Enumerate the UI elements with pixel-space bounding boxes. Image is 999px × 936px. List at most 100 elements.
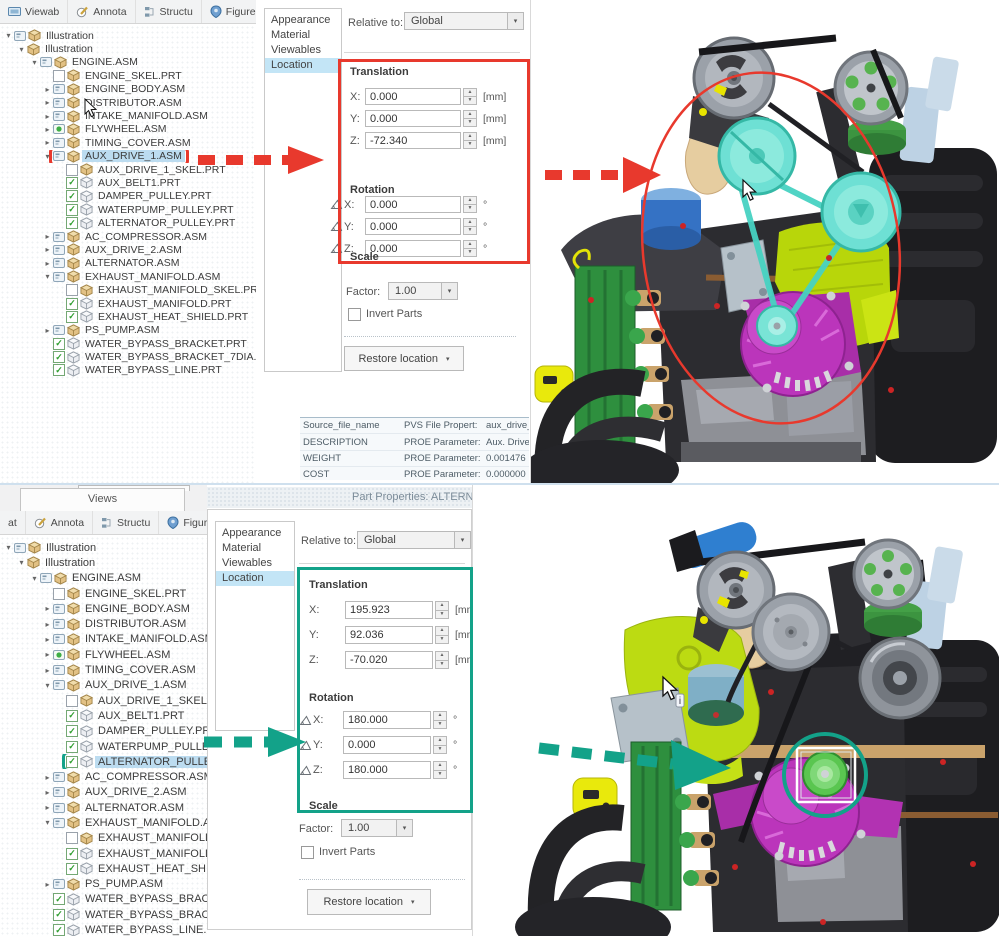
value-input[interactable]: [365, 88, 461, 105]
props-tab-material[interactable]: Material: [216, 541, 294, 556]
tree-item[interactable]: ▸ENGINE_BODY.ASM: [0, 83, 256, 96]
invert-parts-checkbox[interactable]: [301, 846, 314, 859]
visibility-checkbox[interactable]: ✓: [66, 298, 78, 310]
table-row[interactable]: WEIGHTPROE Parameter:0.001476: [300, 451, 529, 467]
spinner-up-icon[interactable]: ▲: [463, 88, 477, 97]
expander-icon[interactable]: ▸: [42, 788, 53, 797]
tree-item[interactable]: EXHAUST_MANIFOLD_SKEL.PRT: [0, 831, 207, 846]
tree-item[interactable]: ▸PS_PUMP.ASM: [0, 877, 207, 892]
tree-item[interactable]: ▸AC_COMPRESSOR.ASM: [0, 769, 207, 784]
tree-item[interactable]: ▸AC_COMPRESSOR.ASM: [0, 230, 256, 243]
spinner-down-icon[interactable]: ▼: [463, 119, 477, 127]
visibility-checkbox[interactable]: ✓: [66, 725, 78, 737]
chevron-down-icon[interactable]: ▾: [454, 532, 470, 548]
value-input[interactable]: [345, 651, 433, 669]
expander-icon[interactable]: ▸: [42, 232, 53, 241]
chevron-down-icon[interactable]: ▾: [396, 820, 412, 836]
value-input[interactable]: [345, 601, 433, 619]
spinner-down-icon[interactable]: ▼: [433, 721, 447, 730]
expander-icon[interactable]: ▾: [42, 272, 53, 281]
tree-item[interactable]: ENGINE_SKEL.PRT: [0, 586, 207, 601]
tree-item[interactable]: ✓DAMPER_PULLEY.PRT: [0, 724, 207, 739]
pane-tab-annota[interactable]: Annota: [68, 0, 135, 23]
viewport-3d-top[interactable]: [530, 0, 999, 483]
spinner-down-icon[interactable]: ▼: [463, 97, 477, 105]
tree-item[interactable]: ▸INTAKE_MANIFOLD.ASM: [0, 632, 207, 647]
damper-pulley[interactable]: [860, 638, 940, 718]
waterpump-pulley[interactable]: [753, 594, 829, 670]
tree-item[interactable]: ▾Illustration: [0, 555, 207, 570]
tree-item[interactable]: ▾Illustration: [0, 29, 256, 42]
expander-icon[interactable]: ▾: [42, 152, 53, 161]
spinner-up-icon[interactable]: ▲: [463, 110, 477, 119]
spinner[interactable]: ▲▼: [463, 110, 477, 127]
value-input[interactable]: [365, 240, 461, 257]
spinner-up-icon[interactable]: ▲: [435, 626, 449, 636]
props-tab-viewables[interactable]: Viewables: [265, 43, 341, 58]
tree-item[interactable]: ▾EXHAUST_MANIFOLD.ASM: [0, 815, 207, 830]
spinner[interactable]: ▲▼: [433, 711, 447, 729]
expander-icon[interactable]: ▸: [42, 98, 53, 107]
expander-icon[interactable]: ▾: [3, 31, 14, 40]
expander-icon[interactable]: ▸: [42, 326, 53, 335]
props-tab-appearance[interactable]: Appearance: [265, 13, 341, 28]
tree-item[interactable]: ▸DISTRIBUTOR.ASM: [0, 616, 207, 631]
value-input[interactable]: [343, 761, 431, 779]
tree-item[interactable]: ENGINE_SKEL.PRT: [0, 69, 256, 82]
spinner[interactable]: ▲▼: [463, 88, 477, 105]
table-row[interactable]: Source_file_namePVS File Propert:aux_dri…: [300, 418, 529, 434]
tree-item[interactable]: ▾ENGINE.ASM: [0, 56, 256, 69]
visibility-checkbox[interactable]: [66, 832, 78, 844]
visibility-checkbox[interactable]: ✓: [53, 364, 65, 376]
tree-item[interactable]: ✓EXHAUST_MANIFOLD.PRT: [0, 297, 256, 310]
spinner-up-icon[interactable]: ▲: [435, 601, 449, 611]
visibility-checkbox[interactable]: ✓: [66, 863, 78, 875]
expander-icon[interactable]: ▾: [42, 818, 53, 827]
tree-item[interactable]: ▸FLYWHEEL.ASM: [0, 123, 256, 136]
tree-item[interactable]: ✓WATER_BYPASS_LINE.PRT: [0, 364, 256, 377]
tree-item[interactable]: ✓WATERPUMP_PULLEY.PRT: [0, 739, 207, 754]
distributor[interactable]: [641, 188, 701, 250]
spinner-up-icon[interactable]: ▲: [463, 132, 477, 141]
visibility-checkbox[interactable]: ✓: [66, 204, 78, 216]
visibility-checkbox[interactable]: ✓: [53, 338, 65, 350]
spinner-up-icon[interactable]: ▲: [433, 711, 447, 721]
spinner-down-icon[interactable]: ▼: [463, 205, 477, 213]
expander-icon[interactable]: ▾: [16, 45, 27, 54]
expander-icon[interactable]: ▸: [42, 125, 53, 134]
visibility-checkbox[interactable]: [66, 284, 78, 296]
relative-to-select[interactable]: Global ▾: [357, 531, 471, 549]
spinner-down-icon[interactable]: ▼: [463, 227, 477, 235]
waterpump-pulley-highlighted[interactable]: [719, 118, 795, 194]
tree-item[interactable]: ▸TIMING_COVER.ASM: [0, 136, 256, 149]
value-input[interactable]: [365, 196, 461, 213]
visibility-checkbox[interactable]: ✓: [66, 190, 78, 202]
tab-views[interactable]: Views: [20, 488, 185, 511]
tree-item[interactable]: ▾AUX_DRIVE_1.ASM: [0, 150, 256, 163]
expander-icon[interactable]: ▸: [42, 620, 53, 629]
spinner[interactable]: ▲▼: [463, 218, 477, 235]
visibility-checkbox[interactable]: ✓: [66, 756, 78, 768]
tree-item[interactable]: ✓DAMPER_PULLEY.PRT: [0, 190, 256, 203]
spinner[interactable]: ▲▼: [435, 651, 449, 669]
pane-tab-figure[interactable]: Figure: [159, 511, 207, 534]
tree-item[interactable]: ▸ALTERNATOR.ASM: [0, 800, 207, 815]
viewport-3d-bottom[interactable]: i: [472, 485, 999, 936]
value-input[interactable]: [343, 736, 431, 754]
spinner-up-icon[interactable]: ▲: [463, 218, 477, 227]
spinner-down-icon[interactable]: ▼: [433, 771, 447, 780]
expander-icon[interactable]: ▸: [42, 666, 53, 675]
tree-item[interactable]: ▸PS_PUMP.ASM: [0, 324, 256, 337]
spinner-down-icon[interactable]: ▼: [463, 249, 477, 257]
table-row[interactable]: DESCRIPTIONPROE Parameter:Aux. Drive #1: [300, 434, 529, 450]
spinner-up-icon[interactable]: ▲: [435, 651, 449, 661]
chevron-down-icon[interactable]: ▾: [507, 13, 523, 29]
spinner[interactable]: ▲▼: [433, 736, 447, 754]
spinner-down-icon[interactable]: ▼: [435, 636, 449, 645]
tree-item[interactable]: ▸INTAKE_MANIFOLD.ASM: [0, 109, 256, 122]
tree-item[interactable]: AUX_DRIVE_1_SKEL.PRT: [0, 693, 207, 708]
expander-icon[interactable]: ▸: [42, 635, 53, 644]
factor-select[interactable]: 1.00 ▾: [341, 819, 413, 837]
tree-item[interactable]: ✓WATER_BYPASS_BRACKET.PRT: [0, 337, 256, 350]
spinner-down-icon[interactable]: ▼: [433, 746, 447, 755]
